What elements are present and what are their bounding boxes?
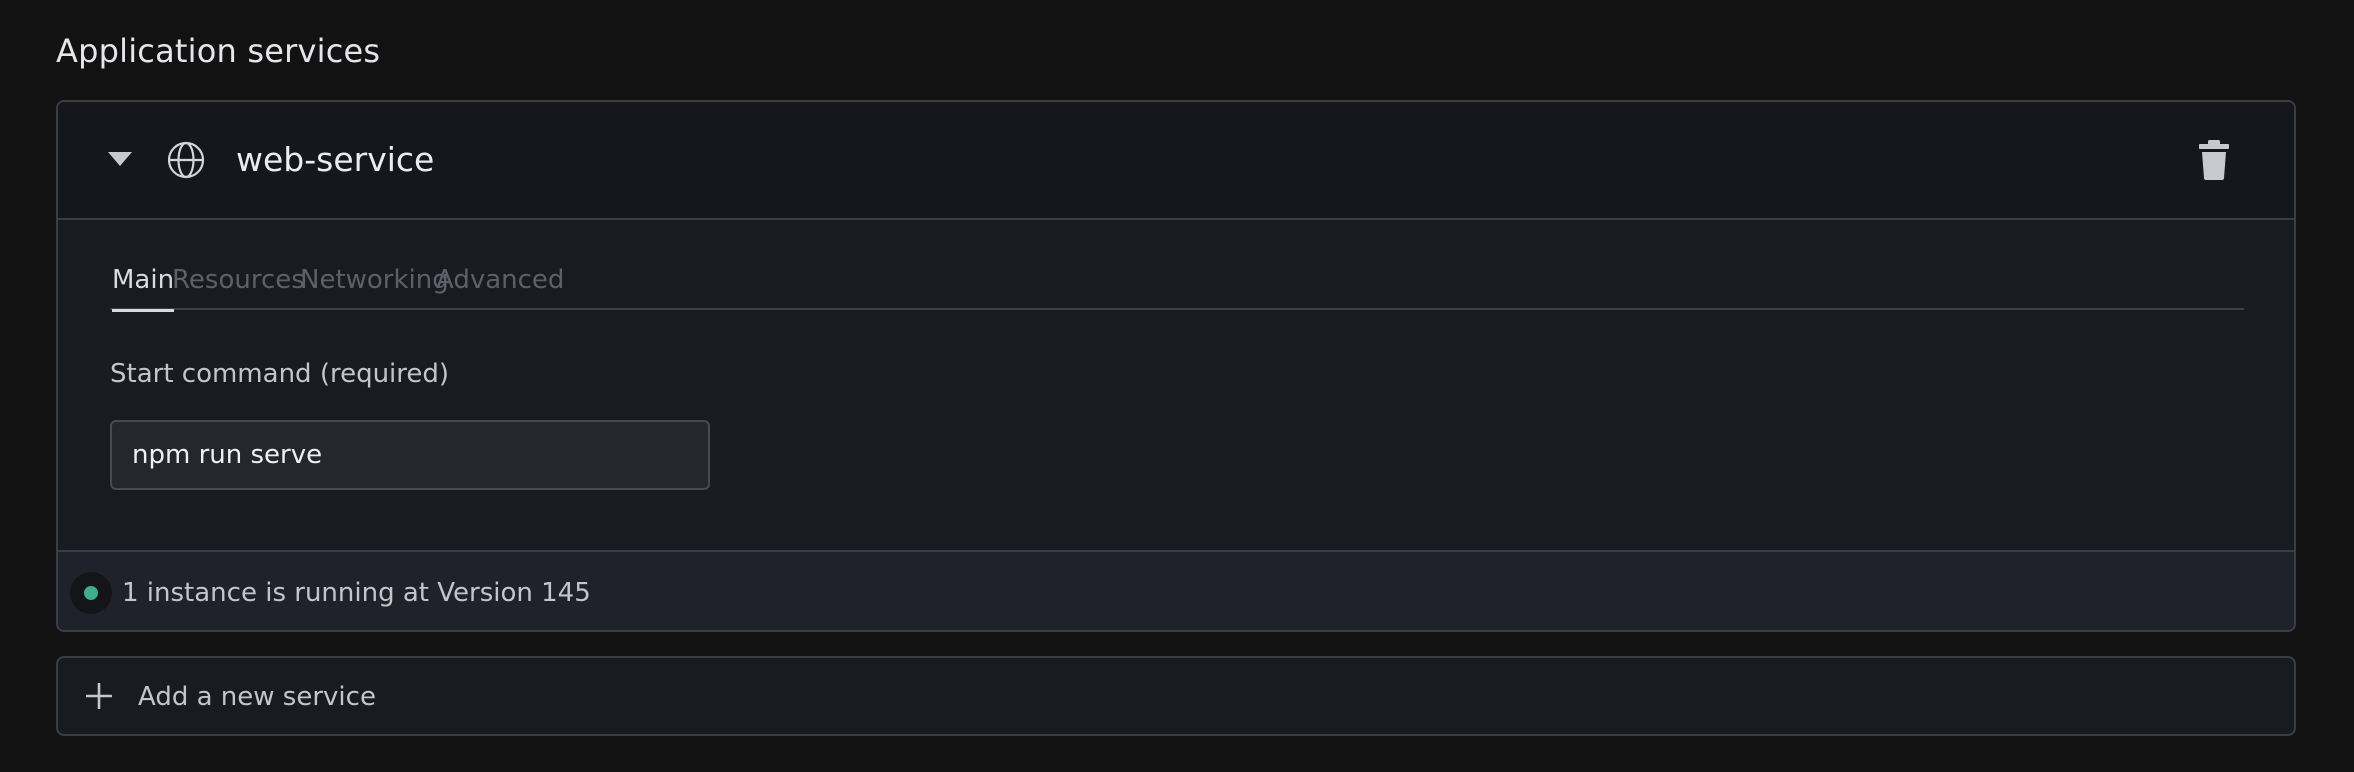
status-text: 1 instance is running at Version 145	[122, 578, 591, 608]
service-tabs: Main Resources Networking Advanced	[110, 260, 2244, 312]
add-service-label: Add a new service	[138, 682, 376, 712]
tab-main[interactable]: Main	[112, 260, 175, 312]
status-dot-icon	[84, 586, 98, 600]
add-service-button[interactable]: Add a new service	[56, 656, 2296, 736]
tab-networking[interactable]: Networking	[300, 260, 449, 310]
tab-resources[interactable]: Resources	[172, 260, 305, 310]
service-card: web-service Main Resources Networking Ad…	[56, 100, 2296, 632]
tab-advanced[interactable]: Advanced	[436, 260, 564, 310]
start-command-label: Start command (required)	[110, 359, 450, 389]
service-card-header[interactable]: web-service	[58, 102, 2294, 220]
page-title: Application services	[56, 32, 381, 70]
trash-icon[interactable]	[2196, 140, 2232, 180]
caret-down-icon[interactable]	[108, 152, 132, 166]
plus-icon	[86, 683, 112, 709]
service-name: web-service	[236, 140, 435, 179]
globe-icon	[167, 141, 205, 179]
status-bar: 1 instance is running at Version 145	[58, 550, 2294, 630]
start-command-input[interactable]	[110, 420, 710, 490]
status-indicator	[70, 572, 112, 614]
